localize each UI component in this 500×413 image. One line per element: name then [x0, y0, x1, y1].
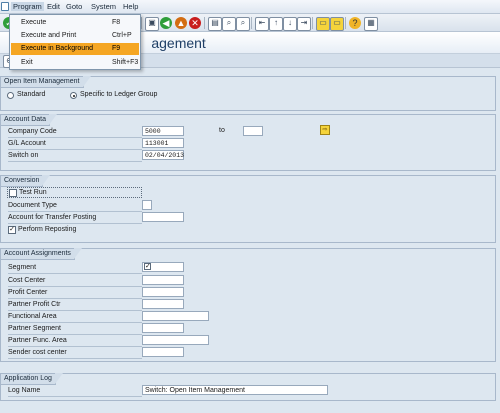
cancel-icon[interactable]: ✕ [189, 17, 201, 29]
log-name-input[interactable]: Switch: Open Item Management [142, 385, 328, 395]
document-type-input[interactable] [142, 200, 152, 210]
segment-checkbox[interactable]: ✓ [144, 263, 151, 270]
document-type-label: Document Type [8, 200, 142, 212]
application-log-group: Application Log Log Name Switch: Open It… [0, 373, 496, 401]
switch-on-input[interactable]: 02/04/2013 [142, 150, 184, 160]
find-icon[interactable]: ⌕ [222, 17, 236, 31]
exit-icon[interactable]: ▲ [175, 17, 187, 29]
profit-center-label: Profit Center [8, 287, 142, 299]
account-assignments-group: Account Assignments Segment ✓ Cost Cente… [0, 248, 496, 362]
menu-item-execute-print[interactable]: Execute and Print Ctrl+P [11, 30, 139, 42]
account-data-group: Account Data Company Code 5000 to G/L Ac… [0, 114, 496, 171]
menu-help[interactable]: Help [123, 2, 138, 11]
menu-bar: Program Edit Goto System Help [0, 0, 500, 14]
test-run-label: Test Run [19, 189, 47, 196]
company-code-input[interactable]: 5000 [142, 126, 184, 136]
switch-on-label: Switch on [8, 150, 142, 162]
group-title: Conversion [1, 175, 51, 187]
radio-standard[interactable] [7, 92, 14, 99]
group-title: Account Assignments [1, 248, 82, 260]
group-title: Open Item Management [1, 76, 90, 88]
test-run-checkbox[interactable] [9, 189, 17, 197]
log-name-label: Log Name [8, 385, 142, 397]
conversion-group: Conversion Test Run Document Type Accoun… [0, 175, 496, 243]
multiple-selection-icon[interactable]: ⇨ [320, 125, 330, 135]
gl-account-label: G/L Account [8, 138, 142, 150]
menu-edit[interactable]: Edit [47, 2, 60, 11]
open-item-group: Open Item Management Standard Specific t… [0, 76, 496, 111]
radio-ledger-group[interactable] [70, 92, 77, 99]
sender-cost-center-input[interactable] [142, 347, 184, 357]
sender-cost-center-label: Sender cost center [8, 347, 142, 359]
menu-item-execute-background[interactable]: Execute in Background F9 [11, 43, 139, 55]
radio-standard-label: Standard [17, 91, 46, 98]
company-code-label: Company Code [8, 126, 142, 138]
functional-area-input[interactable] [142, 311, 209, 321]
radio-ledger-group-label: Specific to Ledger Group [80, 91, 158, 98]
partner-profit-ctr-label: Partner Profit Ctr [8, 299, 142, 311]
save-icon[interactable]: ▣ [145, 17, 159, 31]
functional-area-label: Functional Area [8, 311, 142, 323]
sap-window-icon[interactable] [1, 2, 9, 11]
back-icon[interactable]: ◀ [160, 17, 172, 29]
find-next-icon[interactable]: ⌕ [236, 17, 250, 31]
partner-segment-input[interactable] [142, 323, 184, 333]
first-page-icon[interactable]: ⇤ [255, 17, 269, 31]
layout-menu-icon[interactable]: ▦ [364, 17, 378, 31]
account-transfer-input[interactable] [142, 212, 184, 222]
menu-program[interactable]: Program [11, 2, 44, 11]
perform-reposting-label: Perform Reposting [18, 226, 77, 233]
account-transfer-label: Account for Transfer Posting [8, 212, 142, 224]
group-title: Account Data [1, 114, 58, 126]
menu-item-exit[interactable]: Exit Shift+F3 [11, 57, 139, 69]
partner-profit-ctr-input[interactable] [142, 299, 184, 309]
program-dropdown-menu: Execute F8 Execute and Print Ctrl+P Execut… [9, 14, 141, 70]
menu-item-execute[interactable]: Execute F8 [11, 17, 139, 29]
previous-page-icon[interactable]: ↑ [269, 17, 283, 31]
print-icon[interactable]: ▤ [208, 17, 222, 31]
cost-center-input[interactable] [142, 275, 184, 285]
partner-func-area-label: Partner Func. Area [8, 335, 142, 347]
help-icon[interactable]: ? [349, 17, 361, 29]
last-page-icon[interactable]: ⇥ [297, 17, 311, 31]
menu-system[interactable]: System [91, 2, 116, 11]
to-label: to [219, 127, 225, 134]
gl-account-input[interactable]: 113001 [142, 138, 184, 148]
shortcut-icon[interactable]: ▭ [330, 17, 344, 31]
next-page-icon[interactable]: ↓ [283, 17, 297, 31]
cost-center-label: Cost Center [8, 275, 142, 287]
profit-center-input[interactable] [142, 287, 184, 297]
menu-goto[interactable]: Goto [66, 2, 82, 11]
company-code-to-input[interactable] [243, 126, 263, 136]
create-session-icon[interactable]: ▭ [316, 17, 330, 31]
segment-label: Segment [8, 262, 142, 274]
perform-reposting-checkbox[interactable]: ✓ [8, 226, 16, 234]
partner-segment-label: Partner Segment [8, 323, 142, 335]
partner-func-area-input[interactable] [142, 335, 209, 345]
group-title: Application Log [1, 373, 63, 385]
